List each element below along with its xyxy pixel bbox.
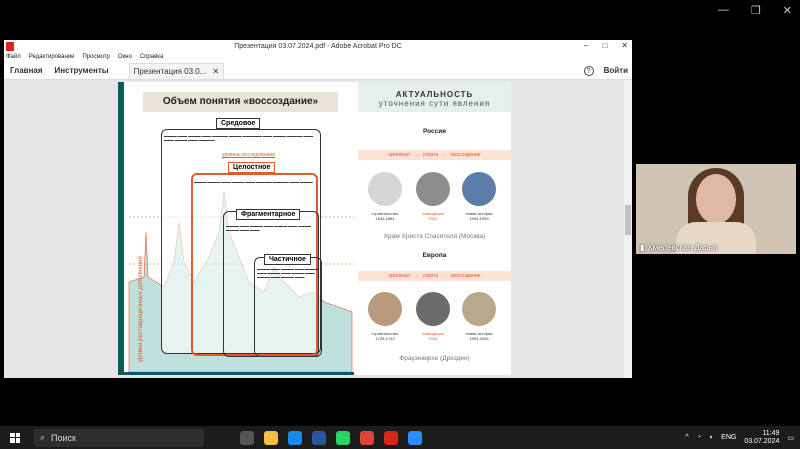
acrobat-window: Презентация 03.07.2024.pdf - Adobe Acrob…	[4, 40, 632, 378]
signin-button[interactable]: Войти	[604, 66, 628, 75]
caption-5b: 1945	[428, 336, 438, 341]
arrow-original: оригинал	[388, 152, 410, 158]
arrow-loss: утрата	[422, 152, 439, 158]
taskbar: ⌕ Поиск ^ ◔ ◗ ENG 11:49 03.07.2024 ▭	[0, 426, 800, 449]
caption-4b: 1726-1743	[375, 336, 395, 341]
tab-document-label: Презентация 03.0...	[133, 66, 207, 76]
europe-arrow-bar: оригинал → утрата → воссоздание	[358, 271, 511, 281]
vertical-scrollbar[interactable]	[624, 80, 632, 378]
search-label: Поиск	[51, 432, 76, 443]
tab-document[interactable]: Презентация 03.0... ✕	[128, 62, 225, 79]
text-block-3: ▬▬▬▬ ▬▬▬ ▬▬▬▬ ▬▬▬ ▬▬▬▬ ▬▬▬ ▬▬▬▬ ▬▬▬▬ ▬▬▬…	[226, 224, 312, 232]
clock-time: 11:49	[762, 429, 780, 437]
arrow-loss: утрата	[422, 273, 439, 279]
caption-2b: 1931	[428, 216, 438, 221]
tray-chevron-icon[interactable]: ^	[685, 434, 688, 441]
slide-left-title: Объем понятия «воссоздание»	[143, 92, 338, 112]
europe-name: Фрауэнкирхе (Дрезден)	[399, 355, 470, 362]
russia-name: Храм Христа Спасителя (Москва)	[383, 233, 486, 240]
volume-icon[interactable]: ◗	[709, 434, 713, 441]
task-view-icon[interactable]	[240, 430, 254, 445]
chrome-icon[interactable]	[360, 430, 374, 445]
participant-face	[696, 174, 736, 224]
minimize-icon[interactable]: –	[584, 41, 588, 50]
restoration-levels-label: уровни реставрационных дополнений	[138, 256, 144, 362]
help-icon[interactable]: ?	[583, 65, 594, 76]
actuality-subtitle: уточнения сути явления	[378, 99, 491, 108]
church-photo-5	[416, 292, 450, 326]
menu-edit[interactable]: Редактирование	[29, 54, 75, 60]
notification-icon[interactable]: ▭	[787, 434, 794, 442]
restore-icon[interactable]: ❐	[751, 4, 761, 17]
clock[interactable]: 11:49 03.07.2024	[744, 430, 779, 446]
edge-icon[interactable]	[288, 430, 302, 445]
tab-tools[interactable]: Инструменты	[49, 66, 115, 75]
arrow-recreation: воссоздание	[451, 273, 481, 279]
text-block-2: ▬▬▬▬ ▬▬▬▬ ▬▬▬ ▬▬▬▬ ▬▬▬ ▬▬▬▬▬ ▬▬▬▬▬ ▬▬▬ ▬…	[194, 180, 313, 184]
text-block-4: ▬▬▬▬ ▬▬▬ ▬▬▬▬ ▬▬▬ ▬▬▬▬ ▬▬▬ ▬▬▬▬ ▬▬▬ ▬▬▬▬…	[257, 267, 318, 279]
russia-label: Россия	[422, 128, 447, 135]
close-icon[interactable]: ✕	[783, 4, 792, 17]
russia-arrow-bar: оригинал → утрата → воссоздание	[358, 150, 511, 160]
slide-right-panel: АКТУАЛЬНОСТЬ уточнения сути явления Росс…	[358, 82, 511, 375]
caption-3b: 1994-1999	[469, 216, 489, 221]
language-indicator[interactable]: ENG	[721, 434, 736, 441]
church-photo-6	[462, 292, 496, 326]
menu-bar: Файл Редактирование Просмотр Окно Справк…	[4, 52, 632, 62]
menu-window[interactable]: Окно	[118, 54, 132, 60]
caption-6b: 1993-2005	[469, 336, 489, 341]
zoom-top-bar: — ❐ ✕	[0, 0, 800, 24]
level-label-fragmentarnoe: Фрагментарное	[236, 209, 301, 220]
minimize-icon[interactable]: —	[718, 4, 729, 17]
scrollbar-thumb[interactable]	[625, 205, 631, 235]
church-photo-2	[416, 172, 450, 206]
tab-home[interactable]: Главная	[4, 66, 49, 75]
slide-left-panel: Средовое Целостное Фрагментарное Частичн…	[118, 82, 354, 375]
church-photo-3	[462, 172, 496, 206]
actuality-title: АКТУАЛЬНОСТЬ	[395, 90, 474, 99]
church-photo-4	[368, 292, 402, 326]
arrow-original: оригинал	[388, 273, 410, 279]
search-icon: ⌕	[40, 432, 46, 442]
whatsapp-icon[interactable]	[336, 430, 350, 445]
europe-label: Европа	[422, 252, 447, 259]
menu-view[interactable]: Просмотр	[82, 54, 109, 60]
network-icon[interactable]: ◔	[697, 434, 701, 441]
participant-name: Хмелевская Дарья	[647, 243, 718, 252]
level-label-sredovoe: Средовое	[216, 118, 261, 129]
arrow-recreation: воссоздание	[451, 152, 481, 158]
zoom-taskbar-icon[interactable]	[408, 430, 422, 445]
close-tab-icon[interactable]: ✕	[212, 67, 219, 76]
signal-icon: ▮	[640, 243, 645, 252]
windows-start-icon[interactable]	[10, 432, 20, 443]
pdf-page: Средовое Целостное Фрагментарное Частичн…	[118, 82, 511, 375]
clock-date: 03.07.2024	[744, 437, 780, 445]
level-label-tselostnoe: Целостное	[228, 162, 276, 173]
tab-bar: Главная Инструменты Презентация 03.0... …	[4, 62, 632, 80]
acrobat-taskbar-icon[interactable]	[384, 430, 398, 445]
maximize-icon[interactable]: □	[602, 41, 607, 50]
participant-video[interactable]: ▮ Хмелевская Дарья	[636, 164, 796, 254]
research-level-label: уровень исследования	[222, 152, 275, 158]
text-block-1: ▬▬▬▬ ▬▬▬ ▬▬▬▬ ▬▬▬ ▬▬▬▬▬ ▬▬▬▬ ▬▬▬▬▬▬ ▬▬▬ …	[164, 134, 314, 142]
caption-1b: 1839-1881	[375, 216, 395, 221]
menu-help[interactable]: Справка	[140, 54, 164, 60]
menu-file[interactable]: Файл	[6, 54, 21, 60]
word-icon[interactable]	[312, 430, 326, 445]
window-title: Презентация 03.07.2024.pdf - Adobe Acrob…	[234, 42, 402, 50]
close-icon[interactable]: ✕	[621, 41, 628, 50]
title-bar: Презентация 03.07.2024.pdf - Adobe Acrob…	[4, 40, 632, 52]
file-explorer-icon[interactable]	[264, 430, 278, 445]
church-photo-1	[368, 172, 402, 206]
level-label-chastichnoe: Частичное	[264, 254, 311, 265]
taskbar-search[interactable]: ⌕ Поиск	[34, 428, 204, 447]
